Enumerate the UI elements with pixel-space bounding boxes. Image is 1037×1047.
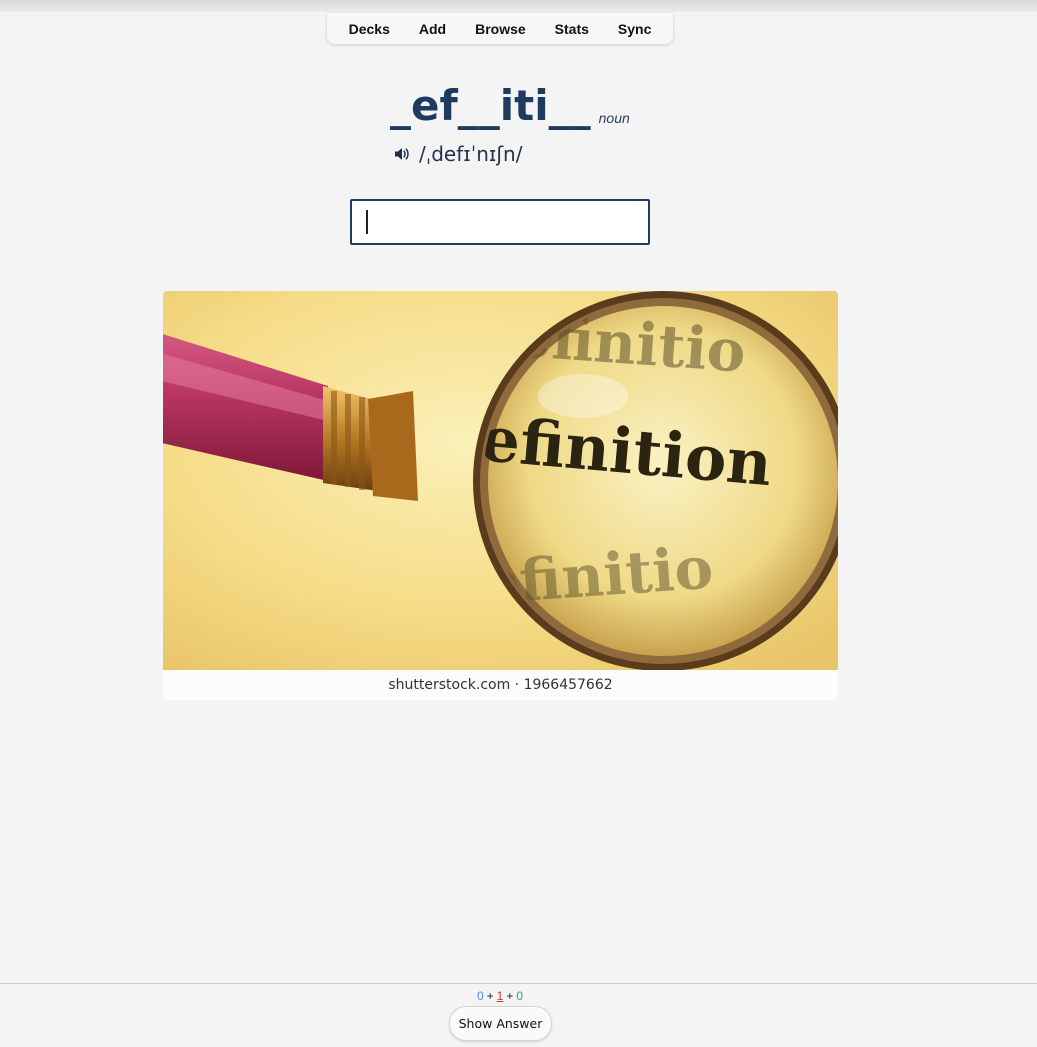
card-heading: _ef__iti__ noun: [390, 82, 630, 130]
magnifier-illustration: definitio definition definitio: [163, 291, 838, 670]
learning-count: 1: [496, 989, 504, 1003]
nav-add[interactable]: Add: [404, 21, 460, 37]
review-count: 0: [516, 989, 524, 1003]
part-of-speech: noun: [598, 110, 630, 126]
due-counts: 0 +1 +0: [0, 989, 1000, 1003]
answer-input[interactable]: [352, 201, 648, 243]
window-top-strip: [0, 0, 1037, 12]
top-navigation: Decks Add Browse Stats Sync: [327, 13, 673, 44]
pronunciation-row: /ˌdefɪˈnɪʃn/: [393, 142, 522, 166]
nav-decks[interactable]: Decks: [334, 21, 404, 37]
cloze-term: _ef__iti__: [390, 81, 591, 130]
ipa-pronunciation: /ˌdefɪˈnɪʃn/: [419, 142, 523, 166]
bottom-bar: 0 +1 +0 Show Answer: [0, 983, 1037, 1047]
image-credit: shutterstock.com · 1966457662: [163, 670, 838, 700]
text-caret: [366, 210, 368, 234]
new-count: 0: [476, 989, 484, 1003]
count-separator: +: [486, 989, 494, 1003]
card-image: definitio definition definitio shutterst…: [163, 291, 838, 700]
answer-box: [350, 199, 650, 245]
count-separator: +: [506, 989, 514, 1003]
speaker-icon[interactable]: [393, 145, 411, 163]
nav-browse[interactable]: Browse: [461, 21, 541, 37]
nav-stats[interactable]: Stats: [540, 21, 603, 37]
show-answer-button[interactable]: Show Answer: [449, 1006, 552, 1041]
nav-sync[interactable]: Sync: [603, 21, 665, 37]
